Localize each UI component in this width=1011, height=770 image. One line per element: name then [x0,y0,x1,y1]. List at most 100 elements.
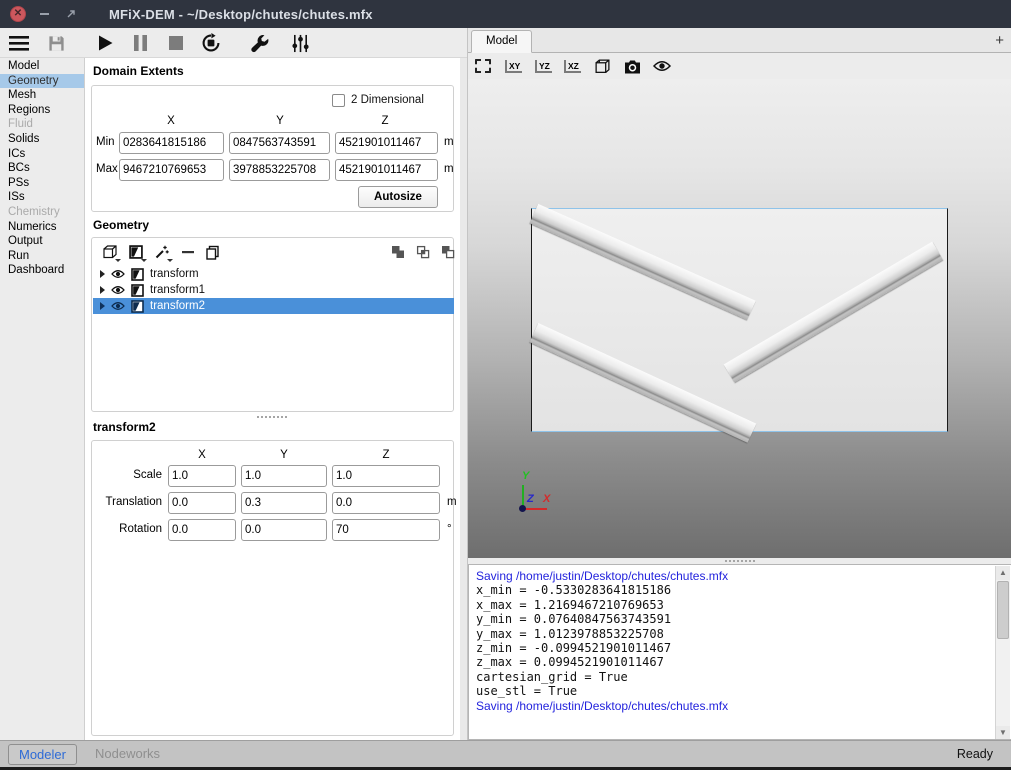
viewer-tabbar: Model + [468,28,1011,53]
scale-x-input[interactable] [168,465,236,487]
wand-filter-icon[interactable] [152,242,172,262]
domain-min-x-input[interactable] [119,132,224,154]
save-icon[interactable] [45,32,67,54]
translation-z-input[interactable] [332,492,440,514]
domain-max-y-input[interactable] [229,159,330,181]
scale-z-input[interactable] [332,465,440,487]
visibility-eye-icon[interactable] [111,285,125,295]
domain-min-z-input[interactable] [335,132,438,154]
tree-row-transform1[interactable]: transform1 [93,282,454,298]
settings-wrench-icon[interactable] [248,32,270,54]
sidebar-item-regions[interactable]: Regions [0,103,84,118]
scroll-up-icon[interactable]: ▲ [996,566,1010,580]
visibility-menu-eye-icon[interactable] [653,57,671,75]
view-yz-icon[interactable]: YZ [535,57,552,75]
expand-arrow-icon[interactable] [100,270,105,278]
new-tab-button[interactable]: + [995,30,1004,51]
sidebar-item-model[interactable]: Model [0,59,84,74]
stop-icon[interactable] [165,32,187,54]
reset-icon[interactable] [200,32,222,54]
sidebar-item-mesh[interactable]: Mesh [0,88,84,103]
viewer-panel: Model + XY YZ XZ Y X Z Saving [467,28,1011,740]
pause-icon[interactable] [129,32,151,54]
console-line: Saving /home/justin/Desktop/chutes/chute… [476,699,991,713]
boolean-difference-icon[interactable] [438,242,458,262]
fit-view-icon[interactable] [475,57,491,75]
minimize-icon[interactable] [40,13,49,15]
vertical-splitter[interactable] [460,58,467,740]
domain-col-x: X [167,115,175,127]
expand-arrow-icon[interactable] [100,286,105,294]
sidebar-item-pss[interactable]: PSs [0,176,84,191]
rotation-z-input[interactable] [332,519,440,541]
sidebar-item-output[interactable]: Output [0,234,84,249]
scale-row-label: Scale [92,469,162,481]
sidebar-item-ics[interactable]: ICs [0,147,84,162]
add-geometry-icon[interactable] [100,242,120,262]
sidebar-item-geometry[interactable]: Geometry [0,74,84,89]
visibility-eye-icon[interactable] [111,269,125,279]
screenshot-camera-icon[interactable] [624,57,641,75]
panel-splitter-handle[interactable] [257,416,287,418]
remove-geometry-icon[interactable] [178,242,198,262]
translation-x-input[interactable] [168,492,236,514]
scrollbar-thumb[interactable] [997,581,1009,639]
console-line: cartesian_grid = True [476,670,991,684]
transform2-box: X Y Z Scale Translation m Rotation ° [91,440,454,736]
tree-row-transform2[interactable]: transform2 [93,298,454,314]
autosize-button[interactable]: Autosize [358,186,438,208]
sidebar-item-solids[interactable]: Solids [0,132,84,147]
sidebar-item-run[interactable]: Run [0,249,84,264]
tree-item-label: transform2 [150,300,205,312]
expand-arrow-icon[interactable] [100,302,105,310]
domain-col-z: Z [381,115,388,127]
transform2-title: transform2 [93,420,156,434]
perspective-view-icon[interactable] [594,57,611,75]
parameters-sliders-icon[interactable] [289,32,311,54]
window-title: MFiX-DEM - ~/Desktop/chutes/chutes.mfx [109,7,373,22]
boolean-intersect-icon[interactable] [413,242,433,262]
two-dimensional-label: 2 Dimensional [351,94,424,106]
transform-col-y: Y [280,449,288,461]
axis-origin-dot [519,505,526,512]
rotation-y-input[interactable] [241,519,327,541]
view-xy-icon[interactable]: XY [505,57,522,75]
nodeworks-mode-button[interactable]: Nodeworks [95,746,160,761]
copy-geometry-icon[interactable] [202,242,222,262]
boolean-union-icon[interactable] [388,242,408,262]
modeler-mode-button[interactable]: Modeler [8,744,77,765]
add-stl-icon[interactable] [126,242,146,262]
scroll-down-icon[interactable]: ▼ [996,726,1010,740]
translation-y-input[interactable] [241,492,327,514]
tab-model[interactable]: Model [471,30,532,53]
sidebar-item-iss[interactable]: ISs [0,190,84,205]
domain-max-x-input[interactable] [119,159,224,181]
scale-y-input[interactable] [241,465,327,487]
vtk-toolbar: XY YZ XZ [468,53,1011,79]
rotation-row-label: Rotation [92,523,162,535]
sidebar-item-fluid: Fluid [0,117,84,132]
console-output[interactable]: Saving /home/justin/Desktop/chutes/chute… [468,564,1011,740]
domain-min-y-input[interactable] [229,132,330,154]
geometry-pane: Domain Extents 2 Dimensional X Y Z Min m… [85,58,460,740]
restore-icon[interactable] [66,9,76,19]
sidebar-item-dashboard[interactable]: Dashboard [0,263,84,278]
3d-viewport[interactable]: Y X Z [468,79,1011,558]
sidebar-item-numerics[interactable]: Numerics [0,220,84,235]
domain-max-z-input[interactable] [335,159,438,181]
geometry-title: Geometry [93,218,149,232]
domain-extents-title: Domain Extents [93,64,184,78]
tree-row-transform[interactable]: transform [93,266,454,282]
axis-orientation-widget: Y X Z [508,471,568,521]
close-icon[interactable]: ✕ [10,6,26,22]
menu-icon[interactable] [8,32,30,54]
console-splitter-handle[interactable] [725,560,755,562]
play-icon[interactable] [94,32,116,54]
two-dimensional-checkbox[interactable] [332,94,345,107]
console-scrollbar[interactable]: ▲ ▼ [995,566,1010,740]
view-xz-icon[interactable]: XZ [564,57,581,75]
console-line: y_max = 1.0123978853225708 [476,627,991,641]
visibility-eye-icon[interactable] [111,301,125,311]
rotation-x-input[interactable] [168,519,236,541]
sidebar-item-bcs[interactable]: BCs [0,161,84,176]
